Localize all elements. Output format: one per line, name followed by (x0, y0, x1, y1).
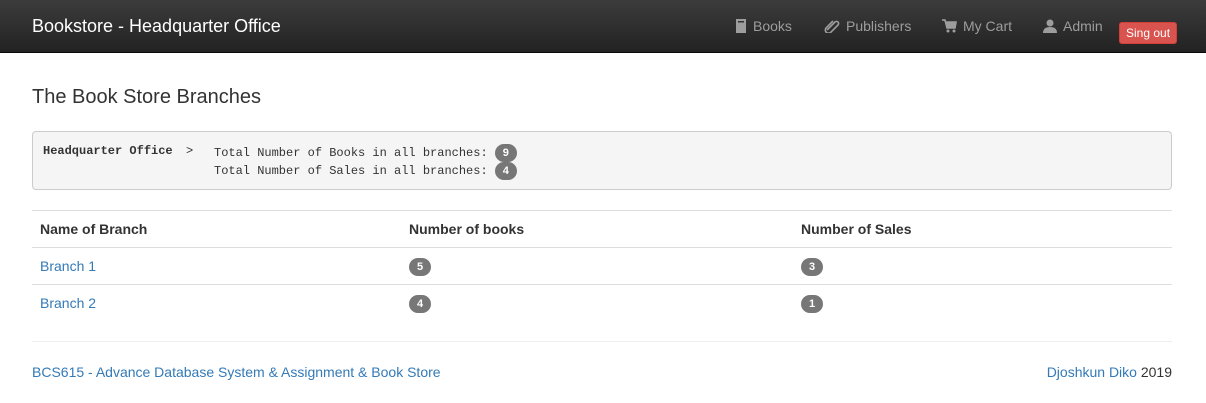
nav-publishers[interactable]: Publishers (824, 18, 911, 34)
summary-office: Headquarter Office (43, 144, 173, 158)
books-cell: 4 (401, 284, 793, 321)
table-row: Branch 2 4 1 (32, 284, 1172, 321)
nav-admin[interactable]: Admin (1043, 18, 1103, 34)
summary-sales-badge: 4 (494, 162, 517, 180)
summary-arrow: > (186, 144, 194, 158)
branch-cell: Branch 1 (32, 247, 401, 285)
cart-icon (942, 19, 957, 33)
branch-link[interactable]: Branch 1 (40, 258, 96, 274)
book-icon (736, 19, 746, 33)
summary-sales-line: Total Number of Sales in all branches: 4 (214, 162, 517, 180)
summary-panel: Headquarter Office > Total Number of Boo… (32, 131, 1172, 190)
header-branch: Name of Branch (32, 210, 401, 248)
footer-year: 2019 (1140, 364, 1172, 380)
nav-cart[interactable]: My Cart (942, 18, 1012, 34)
summary-books-label: Total Number of Books in all branches: (214, 146, 488, 160)
summary-sales-label: Total Number of Sales in all branches: (214, 164, 488, 178)
brand-link[interactable]: Bookstore - Headquarter Office (32, 16, 281, 37)
footer-credit: Djoshkun Diko 2019 (1047, 364, 1172, 380)
nav-admin-label: Admin (1063, 18, 1103, 34)
books-badge: 4 (409, 294, 431, 313)
page-title: The Book Store Branches (32, 86, 262, 108)
sales-badge: 3 (801, 257, 823, 276)
summary-books-line: Total Number of Books in all branches: 9 (214, 144, 517, 162)
footer-author-link[interactable]: Djoshkun Diko (1047, 364, 1137, 380)
nav-books-label: Books (753, 18, 792, 34)
header-sales: Number of Sales (793, 210, 1172, 248)
sales-badge: 1 (801, 294, 823, 313)
footer-divider (32, 341, 1172, 342)
summary-books-badge: 9 (494, 144, 517, 162)
sales-cell: 3 (793, 247, 1172, 285)
books-cell: 5 (401, 247, 793, 285)
table-row: Branch 1 5 3 (32, 247, 1172, 285)
paperclip-icon (824, 20, 840, 34)
branch-link[interactable]: Branch 2 (40, 295, 96, 311)
nav-cart-label: My Cart (963, 18, 1012, 34)
nav-books[interactable]: Books (735, 18, 792, 34)
table-header-row: Name of Branch Number of books Number of… (32, 210, 1172, 248)
navbar: Bookstore - Headquarter Office Books Pub… (0, 0, 1206, 53)
signout-button[interactable]: Sing out (1119, 22, 1178, 44)
user-icon (1043, 19, 1057, 33)
nav-publishers-label: Publishers (846, 18, 912, 34)
branch-cell: Branch 2 (32, 284, 401, 321)
header-books: Number of books (401, 210, 793, 248)
branches-table: Name of Branch Number of books Number of… (32, 210, 1172, 321)
footer-course-link[interactable]: BCS615 - Advance Database System & Assig… (32, 364, 441, 380)
books-badge: 5 (409, 257, 431, 276)
sales-cell: 1 (793, 284, 1172, 321)
